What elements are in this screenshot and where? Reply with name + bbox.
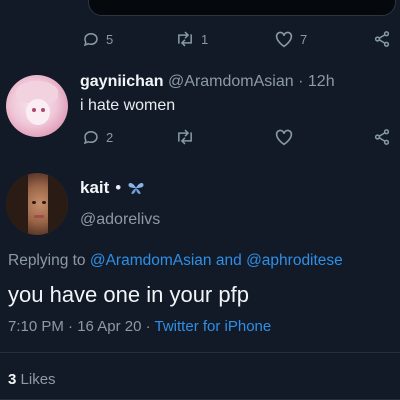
reply-icon	[83, 130, 98, 145]
reply-count: 5	[106, 31, 114, 47]
share-icon	[374, 31, 390, 47]
meta-dot: ·	[145, 318, 151, 335]
tweet-date[interactable]: 16 Apr 20	[77, 318, 141, 335]
replying-to-line: Replying to @AramdomAsian and @aphrodite…	[8, 252, 343, 270]
retweet-count: 1	[201, 31, 209, 47]
reply-count: 2	[106, 129, 114, 145]
reply-button[interactable]: 5	[82, 30, 113, 48]
share-button[interactable]	[372, 30, 392, 48]
likes-label: Likes	[20, 371, 56, 388]
butterfly-icon	[128, 183, 144, 194]
main-tweet-name-row: kait •	[80, 178, 145, 198]
like-count: 7	[300, 31, 308, 47]
share-button[interactable]	[372, 128, 392, 146]
replying-prefix: Replying to	[8, 252, 86, 269]
likes-count: 3	[8, 371, 17, 388]
retweet-icon	[178, 129, 192, 145]
mention-and: and	[215, 252, 242, 269]
like-button[interactable]	[274, 128, 294, 146]
handle[interactable]: @adorelivs	[80, 211, 160, 229]
tweet-source[interactable]: Twitter for iPhone	[155, 318, 272, 335]
separator: ·	[298, 73, 304, 90]
display-name[interactable]: gayniichan	[80, 73, 164, 90]
gayniichan-avatar[interactable]	[6, 75, 68, 137]
heart-icon	[275, 31, 293, 48]
heart-icon	[275, 129, 293, 146]
tweet-meta: 7:10 PM · 16 Apr 20 · Twitter for iPhone	[8, 318, 271, 335]
reply-tweet-header: gayniichan @AramdomAsian · 12h	[80, 73, 335, 91]
handle[interactable]: @AramdomAsian	[168, 73, 294, 90]
retweet-button[interactable]	[175, 128, 195, 146]
tweet-time[interactable]: 7:10 PM	[8, 318, 64, 335]
mention-link[interactable]: @AramdomAsian	[90, 252, 212, 269]
retweet-icon	[178, 31, 192, 47]
tweet-media-preview[interactable]	[88, 0, 396, 16]
share-icon	[374, 129, 390, 145]
retweet-button[interactable]: 1	[175, 30, 208, 48]
divider	[0, 352, 400, 353]
reply-icon	[83, 32, 98, 47]
tweet-text: you have one in your pfp	[8, 282, 249, 307]
display-name[interactable]: kait	[80, 178, 109, 198]
timestamp[interactable]: 12h	[308, 73, 335, 90]
likes-summary[interactable]: 3 Likes	[8, 371, 56, 388]
meta-dot: ·	[68, 318, 74, 335]
mention-link[interactable]: @aphroditese	[246, 252, 343, 269]
reply-tweet-text: i hate women	[80, 97, 176, 114]
reply-button[interactable]: 2	[82, 128, 113, 146]
bullet: •	[115, 178, 122, 197]
kait-avatar[interactable]	[6, 173, 68, 235]
like-button[interactable]: 7	[274, 30, 307, 48]
